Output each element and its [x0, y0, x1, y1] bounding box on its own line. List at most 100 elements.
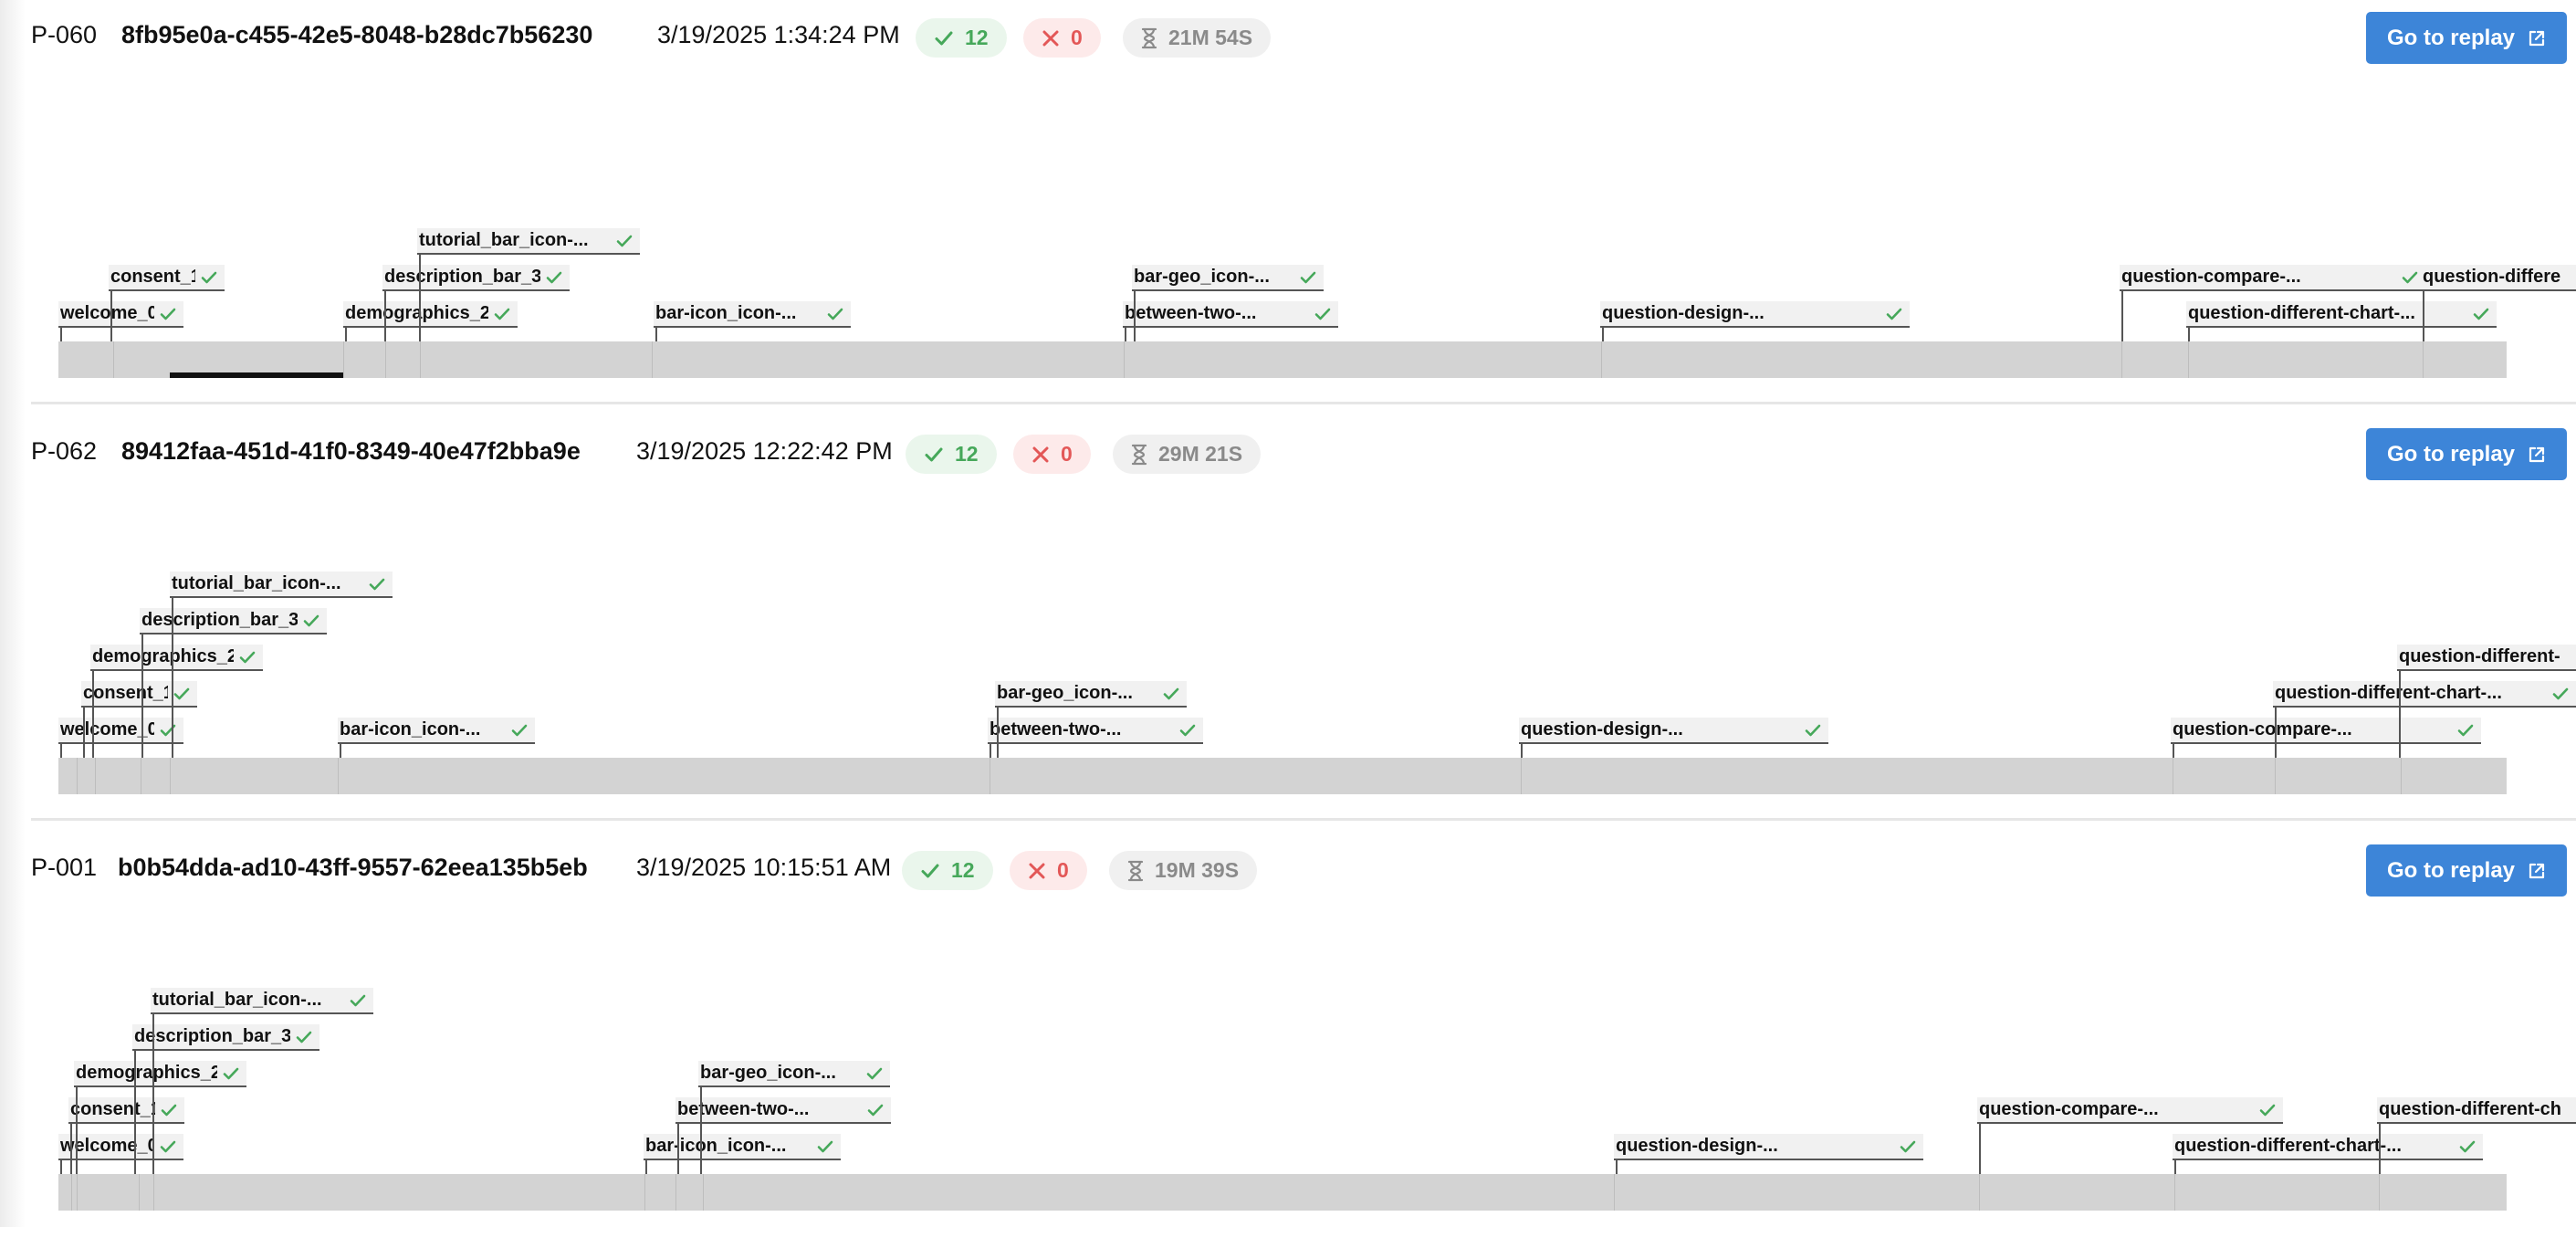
check-icon	[303, 614, 319, 626]
check-icon	[161, 1104, 177, 1116]
step-label[interactable]: bar-geo_icon-...	[995, 681, 1187, 758]
duration-badge: 19M 39S	[1109, 851, 1258, 890]
step-label[interactable]: question-differe	[2421, 265, 2576, 341]
go-to-replay-button[interactable]: Go to replay	[2366, 12, 2567, 64]
step-label[interactable]: question-different-ch	[2377, 1097, 2576, 1174]
check-icon	[546, 271, 562, 283]
step-label[interactable]: consent_1	[81, 681, 197, 758]
completed-badge: 12	[916, 18, 1007, 58]
failed-badge: 0	[1010, 851, 1087, 890]
session-row: P-062 89412faa-451d-41f0-8349-40e47f2bba…	[0, 416, 2576, 832]
step-label[interactable]: bar-icon_icon-...	[654, 301, 851, 341]
check-icon	[935, 31, 953, 45]
step-label[interactable]: question-design-...	[1519, 718, 1828, 758]
step-label[interactable]: welcome_0	[58, 718, 183, 758]
replay-button-label: Go to replay	[2386, 441, 2516, 467]
step-label[interactable]: tutorial_bar_icon-...	[170, 572, 393, 758]
check-icon	[494, 308, 510, 320]
step-label[interactable]: question-compare-...	[2171, 718, 2481, 758]
check-icon	[817, 1140, 833, 1152]
check-icon	[173, 687, 190, 699]
completed-badge: 12	[906, 435, 997, 474]
check-icon	[866, 1067, 883, 1079]
failed-count: 0	[1061, 442, 1073, 466]
check-icon	[223, 1067, 239, 1079]
check-icon	[925, 447, 943, 461]
completed-count: 12	[951, 858, 975, 882]
failed-badge: 0	[1013, 435, 1091, 474]
x-icon	[1042, 30, 1059, 46]
step-label[interactable]: question-different-chart-...	[2186, 301, 2497, 341]
go-to-replay-button[interactable]: Go to replay	[2366, 428, 2567, 480]
step-label[interactable]: question-compare-...	[1977, 1097, 2283, 1174]
check-icon	[827, 308, 843, 320]
step-label[interactable]: bar-icon_icon-...	[644, 1134, 841, 1174]
session-row: P-060 8fb95e0a-c455-42e5-8048-b28dc7b562…	[0, 0, 2576, 415]
step-label[interactable]: bar-icon_icon-...	[338, 718, 535, 758]
check-icon	[239, 651, 256, 663]
step-label[interactable]: consent_1	[109, 265, 225, 341]
duration-value: 29M 21S	[1158, 442, 1243, 466]
step-label[interactable]: between-two-...	[988, 718, 1203, 758]
duration-value: 19M 39S	[1155, 858, 1240, 882]
check-icon	[160, 308, 176, 320]
completed-count: 12	[955, 442, 979, 466]
step-label[interactable]: welcome_0	[58, 301, 183, 341]
step-label[interactable]: question-different-chart-...	[2173, 1134, 2483, 1174]
check-icon	[2473, 308, 2489, 320]
check-icon	[921, 864, 939, 877]
check-icon	[160, 724, 176, 736]
step-label[interactable]: consent_1	[68, 1097, 184, 1174]
x-icon	[1029, 863, 1045, 878]
timeline-track[interactable]	[58, 1174, 2507, 1211]
check-icon	[1179, 724, 1196, 736]
session-datetime: 3/19/2025 1:34:24 PM	[657, 21, 900, 48]
step-label[interactable]: demographics_2	[343, 301, 518, 341]
go-to-replay-button[interactable]: Go to replay	[2366, 844, 2567, 897]
duration-value: 21M 54S	[1168, 26, 1253, 49]
step-label[interactable]: question-different-	[2397, 645, 2576, 758]
hourglass-icon	[1131, 444, 1147, 465]
participant-id: P-001	[31, 854, 98, 881]
step-label[interactable]: description_bar_3	[132, 1024, 319, 1174]
session-datetime: 3/19/2025 10:15:51 AM	[636, 854, 892, 881]
step-label[interactable]: question-compare-...	[2120, 265, 2425, 341]
hourglass-icon	[1127, 860, 1144, 881]
step-label[interactable]: tutorial_bar_icon-...	[417, 228, 640, 341]
duration-badge: 21M 54S	[1123, 18, 1272, 58]
step-label[interactable]: demographics_2	[74, 1061, 246, 1174]
step-label[interactable]: bar-geo_icon-...	[1132, 265, 1324, 341]
step-label[interactable]: question-design-...	[1614, 1134, 1923, 1174]
step-label[interactable]: between-two-...	[1123, 301, 1338, 341]
session-datetime: 3/19/2025 12:22:42 PM	[636, 437, 893, 465]
step-label[interactable]: tutorial_bar_icon-...	[151, 988, 373, 1174]
step-label[interactable]: description_bar_3	[382, 265, 570, 341]
step-label[interactable]: question-different-chart-...	[2273, 681, 2576, 758]
session-row: P-001 b0b54dda-ad10-43ff-9557-62eea135b5…	[0, 833, 2576, 1248]
check-icon	[511, 724, 528, 736]
failed-badge: 0	[1023, 18, 1101, 58]
check-icon	[296, 1031, 312, 1043]
session-id: 89412faa-451d-41f0-8349-40e47f2bba9e	[121, 437, 581, 465]
duration-badge: 29M 21S	[1113, 435, 1262, 474]
check-icon	[1163, 687, 1179, 699]
check-icon	[350, 994, 366, 1006]
step-label[interactable]: demographics_2	[90, 645, 263, 758]
replay-button-label: Go to replay	[2386, 25, 2516, 50]
replay-button-label: Go to replay	[2386, 857, 2516, 883]
step-label[interactable]: description_bar_3	[140, 608, 327, 758]
check-icon	[201, 271, 217, 283]
participant-id: P-062	[31, 437, 98, 465]
step-label[interactable]: question-design-...	[1600, 301, 1910, 341]
check-icon	[867, 1104, 884, 1116]
timeline-track[interactable]	[58, 341, 2507, 378]
row-divider	[31, 402, 2576, 404]
playhead-range	[170, 372, 343, 378]
check-icon	[1886, 308, 1902, 320]
step-label[interactable]: between-two-...	[675, 1097, 891, 1174]
check-icon	[2457, 724, 2474, 736]
external-link-icon	[2529, 446, 2545, 462]
timeline-track[interactable]	[58, 758, 2507, 794]
check-icon	[369, 578, 385, 590]
step-label[interactable]: bar-geo_icon-...	[698, 1061, 890, 1174]
